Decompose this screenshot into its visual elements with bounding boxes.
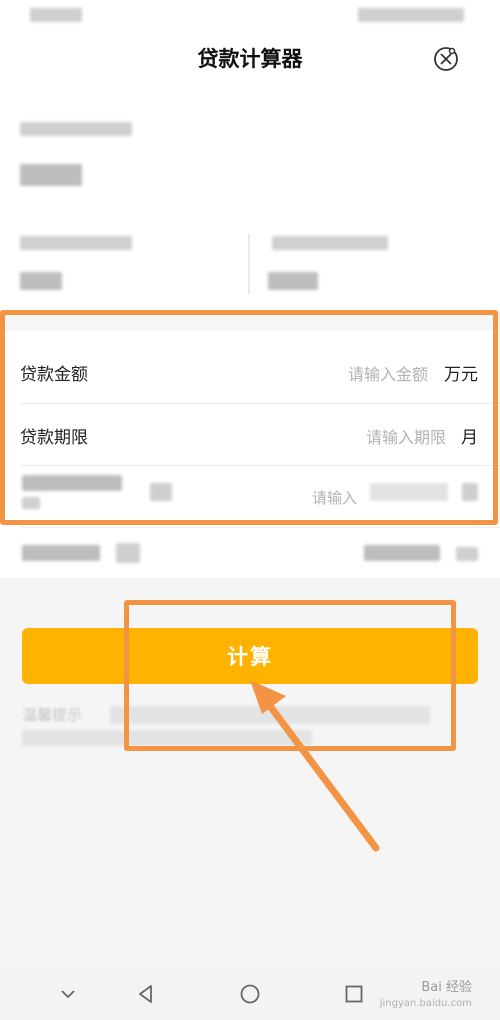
system-navbar: Bai 经验 jingyan.baidu.com <box>0 968 500 1020</box>
recents-square-icon[interactable] <box>340 980 368 1008</box>
watermark: Bai 经验 <box>421 980 472 995</box>
back-triangle-icon[interactable] <box>132 980 160 1008</box>
watermark-sub: jingyan.baidu.com <box>379 998 472 1009</box>
home-circle-icon[interactable] <box>236 980 264 1008</box>
chevron-down-icon[interactable] <box>54 980 82 1008</box>
arrow-annotation <box>250 680 380 852</box>
